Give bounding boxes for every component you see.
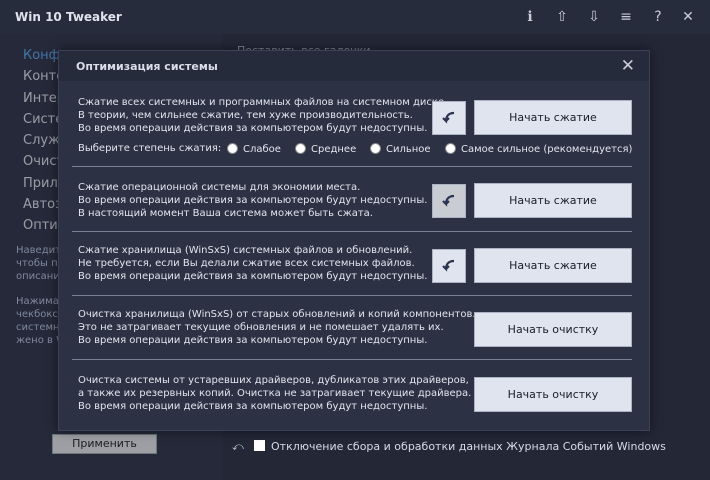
- revert-system-compression-button[interactable]: [432, 101, 466, 135]
- radio-level-weak[interactable]: Слабое: [227, 143, 281, 155]
- start-compression-button-2[interactable]: Начать сжатие: [474, 183, 632, 218]
- start-cleanup-button-1[interactable]: Начать очистку: [474, 312, 632, 347]
- section-1-text: Сжатие всех системных и программных файл…: [78, 97, 448, 134]
- title-bar: Win 10 Tweaker ℹ ⇧ ⇩ ≡ ? ✕: [0, 0, 710, 34]
- start-compression-button-1[interactable]: Начать сжатие: [474, 100, 632, 135]
- separator: [72, 295, 632, 296]
- radio-level-strong[interactable]: Сильное: [370, 143, 431, 155]
- event-log-label: Отключение сбора и обработки данных Журн…: [271, 440, 666, 453]
- section-3-text: Сжатие хранилища (WinSxS) системных файл…: [78, 245, 428, 282]
- sort-icon[interactable]: ≡: [617, 8, 635, 26]
- section-2-text: Сжатие операционной системы для экономии…: [78, 182, 428, 219]
- radio-level-medium[interactable]: Среднее: [295, 143, 356, 155]
- app-title: Win 10 Tweaker: [15, 10, 122, 24]
- start-compression-button-3[interactable]: Начать сжатие: [474, 248, 632, 283]
- help-icon[interactable]: ?: [649, 8, 667, 26]
- separator: [72, 359, 632, 360]
- info-icon[interactable]: ℹ: [521, 8, 539, 26]
- close-icon[interactable]: ✕: [679, 8, 697, 26]
- dialog-close-icon[interactable]: ✕: [621, 56, 635, 76]
- section-4-text: Очистка хранилища (WinSxS) от старых обн…: [78, 309, 476, 346]
- event-log-option[interactable]: ⤺ Отключение сбора и обработки данных Жур…: [232, 440, 666, 454]
- revert-icon: [442, 111, 455, 124]
- revert-os-compression-button[interactable]: [432, 184, 466, 218]
- dialog-header: Оптимизация системы ✕: [59, 51, 649, 81]
- revert-icon: ⤺: [232, 440, 244, 453]
- optimization-dialog: Оптимизация системы ✕ Сжатие всех систем…: [58, 50, 650, 431]
- separator: [72, 231, 632, 232]
- revert-winsxs-compression-button[interactable]: [432, 249, 466, 283]
- event-log-checkbox[interactable]: [254, 440, 265, 451]
- download-icon[interactable]: ⇩: [585, 8, 603, 26]
- separator: [72, 166, 632, 167]
- radio-level-strongest[interactable]: Самое сильное (рекомендуется): [445, 143, 632, 155]
- revert-icon: [442, 259, 455, 272]
- compression-level-label: Выберите степень сжатия:: [78, 143, 222, 154]
- upload-icon[interactable]: ⇧: [553, 8, 571, 26]
- start-cleanup-button-2[interactable]: Начать очистку: [474, 377, 632, 412]
- section-5-text: Очистка системы от устаревших драйверов,…: [78, 375, 472, 412]
- revert-icon: [442, 194, 455, 207]
- dialog-title: Оптимизация системы: [76, 60, 218, 73]
